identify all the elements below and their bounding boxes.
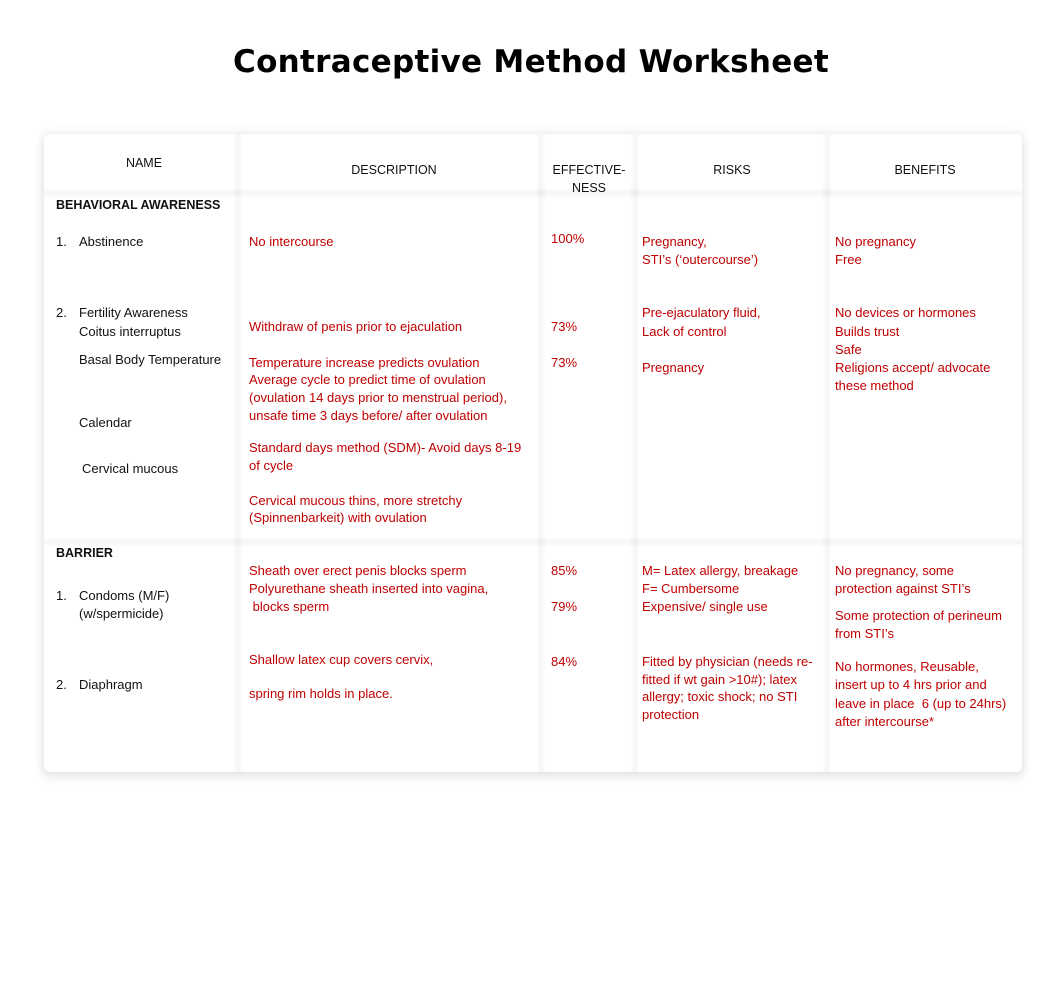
description-text: Sheath over erect penis blocks sperm — [249, 563, 467, 578]
method-name-line2: (w/spermicide) — [79, 606, 164, 621]
benefit-text: these method — [835, 378, 914, 393]
effectiveness-value: 79% — [551, 599, 578, 614]
benefit-text: Some protection of perineum — [835, 608, 1002, 623]
description-text: of cycle — [249, 458, 294, 473]
section-title-behavioral: BEHAVIORAL AWARENESS — [56, 198, 221, 212]
benefit-text: Safe — [835, 342, 862, 357]
benefit-text: from STI’s — [835, 626, 894, 641]
description-text: Temperature increase predicts ovulation — [249, 355, 480, 370]
sub-method-name: Basal Body Temperature — [79, 352, 222, 367]
method-label: Diaphragm — [79, 677, 143, 692]
description-text: unsafe time 3 days before/ after ovulati… — [249, 408, 488, 423]
method-number: 2. — [56, 677, 67, 692]
header-benefits: BENEFITS — [894, 163, 956, 177]
method-name: 2. Diaphragm — [56, 676, 143, 694]
description-text: Cervical mucous thins, more stretchy — [249, 493, 463, 508]
column-divider — [822, 134, 832, 772]
risk-text: Expensive/ single use — [642, 599, 768, 614]
method-number: 2. — [56, 305, 67, 320]
effectiveness-value: 100% — [551, 231, 585, 246]
description-text: Average cycle to predict time of ovulati… — [249, 372, 486, 387]
description-text: Shallow latex cup covers cervix, — [249, 652, 434, 667]
benefit-text: Builds trust — [835, 324, 900, 339]
benefit-text: No hormones, Reusable, — [835, 659, 979, 674]
method-label: Fertility Awareness — [79, 305, 188, 320]
method-name: 1. Abstinence — [56, 233, 143, 251]
column-divider — [630, 134, 640, 772]
description-text: Standard days method (SDM)- Avoid days 8… — [249, 440, 522, 455]
row-divider — [44, 537, 1022, 547]
effectiveness-value: 85% — [551, 563, 578, 578]
page-title: Contraceptive Method Worksheet — [233, 44, 829, 80]
effectiveness-value: 73% — [551, 355, 578, 370]
header-effectiveness-line2: NESS — [571, 181, 607, 195]
header-risks: RISKS — [713, 163, 751, 177]
sub-method-name: Calendar — [79, 415, 132, 430]
method-number: 1. — [56, 234, 67, 249]
risk-text: Fitted by physician (needs re- — [642, 654, 813, 669]
benefit-text: after intercourse* — [835, 714, 934, 729]
benefit-text: Free — [835, 252, 862, 267]
risk-text: Lack of control — [642, 324, 727, 339]
benefit-text: Religions accept/ advocate — [835, 360, 991, 375]
method-label: Condoms (M/F) — [79, 588, 170, 603]
risk-text: M= Latex allergy, breakage — [642, 563, 799, 578]
method-name: 2. Fertility Awareness — [56, 304, 188, 322]
description-text: blocks sperm — [249, 599, 330, 614]
effectiveness-value: 84% — [551, 654, 578, 669]
benefit-text: insert up to 4 hrs prior and — [835, 677, 987, 692]
risk-text: Pregnancy, — [642, 234, 707, 249]
description-text: spring rim holds in place. — [249, 686, 393, 701]
risk-text: allergy; toxic shock; no STI — [642, 689, 798, 704]
header-effectiveness-line1: EFFECTIVE- — [552, 163, 626, 177]
risk-text: STI’s (‘outercourse’) — [642, 252, 759, 267]
benefit-text: leave in place 6 (up to 24hrs) — [835, 696, 1007, 711]
header-name: NAME — [125, 156, 163, 170]
risk-text: fitted if wt gain >10#); latex — [642, 672, 798, 687]
header-description: DESCRIPTION — [351, 163, 437, 177]
column-divider — [233, 134, 243, 772]
method-label: Abstinence — [79, 234, 144, 249]
risk-text: F= Cumbersome — [642, 581, 740, 596]
risk-text: Pregnancy — [642, 360, 705, 375]
sub-method-name: Cervical mucous — [82, 461, 179, 476]
method-number: 1. — [56, 588, 67, 603]
risk-text: protection — [642, 707, 700, 722]
description-text: Withdraw of penis prior to ejaculation — [249, 319, 463, 334]
column-divider — [536, 134, 546, 772]
sub-method-name: Coitus interruptus — [79, 324, 181, 339]
description-text: No intercourse — [249, 234, 334, 249]
benefit-text: protection against STI’s — [835, 581, 971, 596]
method-name: 1. Condoms (M/F) — [56, 587, 169, 605]
description-text: (ovulation 14 days prior to menstrual pe… — [249, 390, 507, 405]
benefit-text: No devices or hormones — [835, 305, 976, 320]
benefit-text: No pregnancy — [835, 234, 916, 249]
benefit-text: No pregnancy, some — [835, 563, 954, 578]
description-text: Polyurethane sheath inserted into vagina… — [249, 581, 489, 596]
section-title-barrier: BARRIER — [56, 546, 113, 560]
effectiveness-value: 73% — [551, 319, 578, 334]
risk-text: Pre-ejaculatory fluid, — [642, 305, 761, 320]
description-text: (Spinnenbarkeit) with ovulation — [249, 510, 427, 525]
